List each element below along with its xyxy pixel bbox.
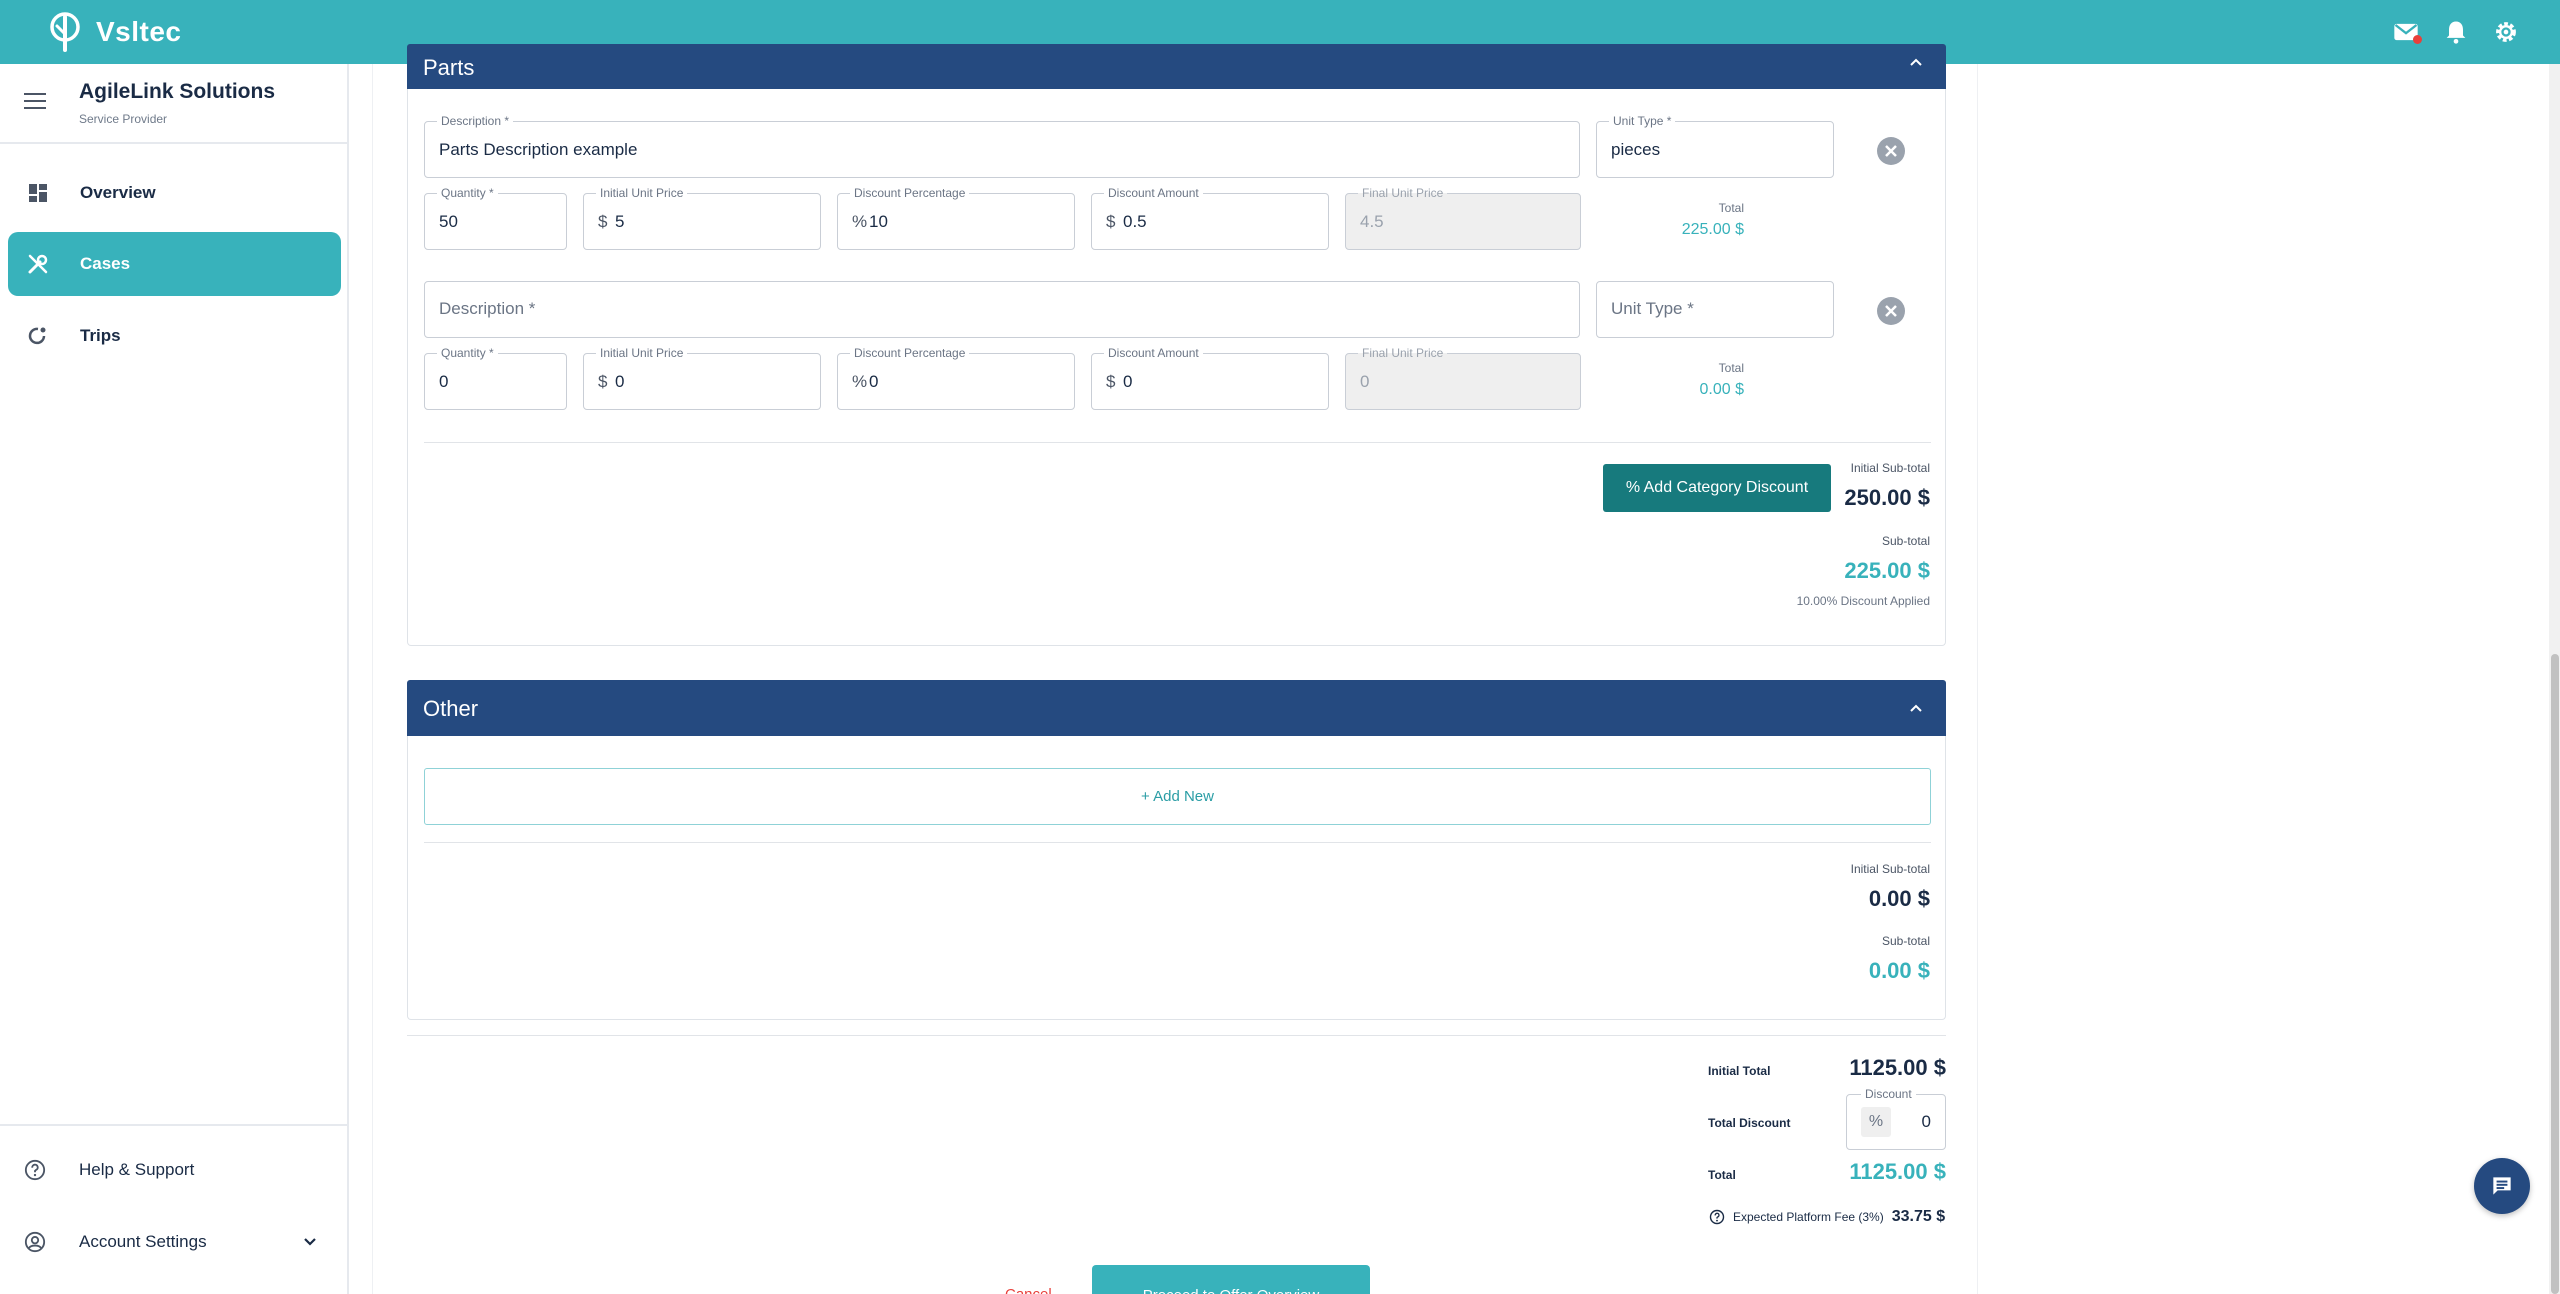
final-unit-price-field: Final Unit Price 4.5	[1345, 186, 1581, 250]
sidebar-item-cases[interactable]: Cases	[8, 232, 341, 296]
section-title: Other	[423, 696, 479, 721]
route-icon	[28, 327, 46, 345]
sidebar-item-account-settings[interactable]: Account Settings	[0, 1212, 347, 1272]
initial-subtotal-value: 250.00 $	[1844, 485, 1930, 510]
quantity-field[interactable]: Quantity * 50	[424, 186, 567, 250]
account-icon	[24, 1231, 46, 1253]
sidebar-item-trips[interactable]: Trips	[8, 304, 341, 368]
chevron-up-icon[interactable]	[1908, 54, 1924, 70]
gear-icon[interactable]	[2492, 18, 2520, 46]
quantity-field[interactable]: Quantity * 0	[424, 346, 567, 410]
other-section-body: + Add New Initial Sub-total 0.00 $ Sub-t…	[407, 736, 1946, 1020]
sidebar-item-label: Account Settings	[79, 1232, 207, 1251]
tools-icon	[28, 254, 48, 274]
logo-icon	[50, 12, 80, 52]
unit-type-field[interactable]: Unit Type * pieces	[1596, 114, 1834, 178]
sidebar-footer: Help & Support Account Settings	[0, 1124, 347, 1253]
initial-unit-price-field[interactable]: Initial Unit Price $ 5	[583, 186, 821, 250]
subtotal-value: 0.00 $	[1868, 958, 1930, 983]
total-discount-field[interactable]: Discount % 0	[1846, 1087, 1946, 1150]
description-field[interactable]: Description *	[424, 281, 1580, 338]
dashboard-icon	[29, 184, 47, 202]
help-icon[interactable]	[1709, 1209, 1725, 1225]
mail-icon[interactable]	[2392, 18, 2422, 46]
sidebar: AgileLink Solutions Service Provider Ove…	[0, 64, 349, 1294]
initial-subtotal-label: Initial Sub-total	[1850, 461, 1930, 475]
discount-percentage-field[interactable]: Discount Percentage % 10	[837, 186, 1075, 250]
app-name: Vsltec	[96, 16, 182, 47]
sidebar-item-label: Cases	[80, 254, 131, 273]
divider	[424, 442, 1931, 443]
add-new-button[interactable]: + Add New	[424, 768, 1931, 825]
sidebar-item-help[interactable]: Help & Support	[0, 1140, 347, 1200]
initial-total-value: 1125.00 $	[1849, 1055, 1946, 1080]
sidebar-item-label: Overview	[80, 183, 156, 202]
divider	[424, 842, 1931, 843]
subtotal-label: Sub-total	[1881, 934, 1930, 948]
total-label: Total	[1708, 1168, 1736, 1182]
platform-fee: Expected Platform Fee (3%) 33.75 $	[1709, 1208, 1945, 1226]
total-value: 1125.00 $	[1849, 1159, 1946, 1184]
line-total-label: Total	[1718, 201, 1744, 215]
initial-subtotal-label: Initial Sub-total	[1850, 862, 1930, 876]
chevron-down-icon[interactable]	[301, 1233, 319, 1251]
scrollbar-thumb[interactable]	[2551, 654, 2559, 1294]
org-header: AgileLink Solutions Service Provider	[0, 64, 347, 144]
section-title: Parts	[423, 55, 475, 80]
parts-section-body: Description * Parts Description example …	[407, 89, 1946, 646]
discount-amount-field[interactable]: Discount Amount $ 0	[1091, 346, 1329, 410]
discount-percentage-field[interactable]: Discount Percentage % 0	[837, 346, 1075, 410]
bell-icon[interactable]	[2442, 18, 2470, 46]
org-name: AgileLink Solutions	[79, 80, 276, 103]
chat-icon	[2493, 1177, 2511, 1195]
percent-prefix: %	[1861, 1107, 1891, 1137]
sidebar-item-label: Trips	[80, 326, 121, 345]
platform-fee-value: 33.75 $	[1891, 1208, 1946, 1225]
menu-icon[interactable]	[24, 92, 46, 110]
sidebar-item-label: Help & Support	[79, 1160, 195, 1179]
discount-applied-note: 10.00% Discount Applied	[1796, 594, 1930, 608]
app-logo[interactable]: Vsltec	[48, 12, 182, 52]
cancel-button[interactable]: Cancel	[1005, 1286, 1052, 1294]
sidebar-item-overview[interactable]: Overview	[8, 161, 341, 225]
offer-form: Parts Description * Parts Description ex…	[372, 44, 1978, 1294]
remove-item-icon[interactable]	[1876, 296, 1906, 326]
total-discount-label: Total Discount	[1708, 1116, 1791, 1130]
initial-subtotal-value: 0.00 $	[1868, 886, 1930, 911]
divider	[407, 1035, 1946, 1036]
org-role: Service Provider	[79, 112, 168, 126]
line-total-label: Total	[1718, 361, 1744, 375]
line-total-value: 225.00 $	[1681, 221, 1744, 238]
remove-item-icon[interactable]	[1876, 136, 1906, 166]
chevron-up-icon[interactable]	[1908, 700, 1924, 716]
line-total-value: 0.00 $	[1699, 381, 1744, 398]
parts-section-header[interactable]: Parts	[407, 44, 1946, 89]
help-icon	[24, 1159, 46, 1181]
discount-amount-field[interactable]: Discount Amount $ 0.5	[1091, 186, 1329, 250]
platform-fee-label: Expected Platform Fee (3%)	[1733, 1210, 1884, 1224]
final-unit-price-field: Final Unit Price 0	[1345, 346, 1581, 410]
initial-unit-price-field[interactable]: Initial Unit Price $ 0	[583, 346, 821, 410]
subtotal-label: Sub-total	[1881, 534, 1930, 548]
proceed-to-offer-overview-button[interactable]: Proceed to Offer Overview	[1092, 1265, 1370, 1294]
unit-type-field[interactable]: Unit Type *	[1596, 281, 1834, 338]
chat-button[interactable]	[2474, 1158, 2530, 1214]
other-section-header[interactable]: Other	[407, 680, 1946, 736]
description-field[interactable]: Description * Parts Description example	[424, 114, 1580, 178]
unread-dot	[2413, 35, 2422, 44]
subtotal-value: 225.00 $	[1844, 558, 1930, 583]
